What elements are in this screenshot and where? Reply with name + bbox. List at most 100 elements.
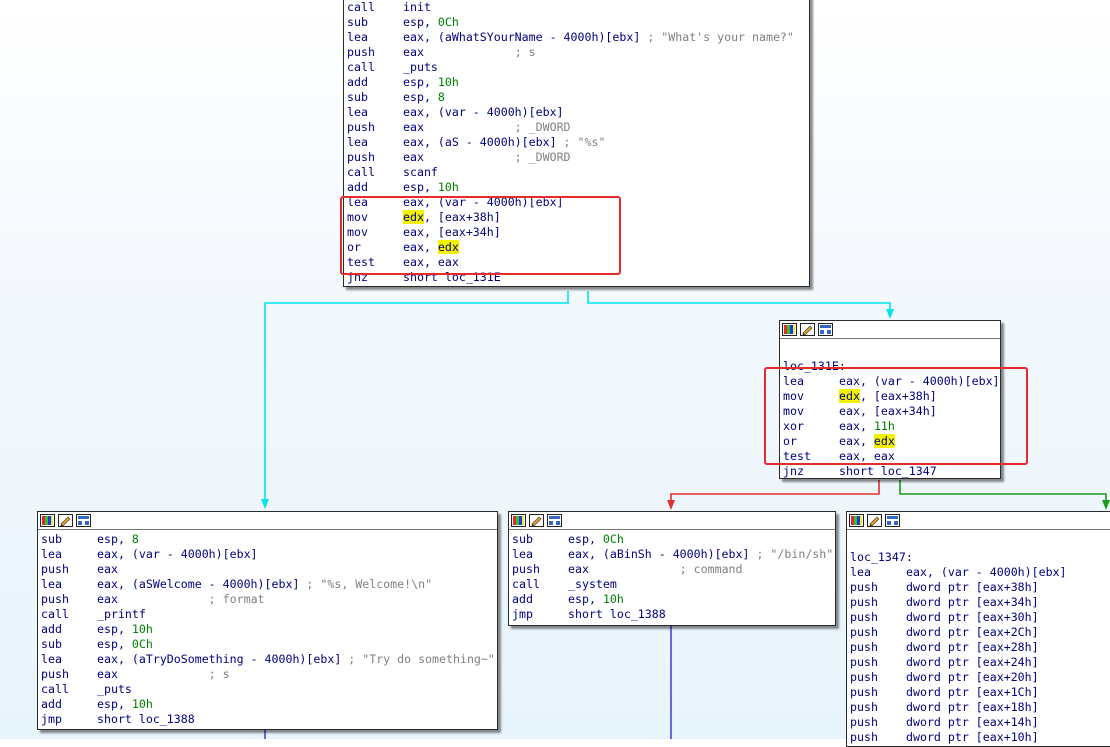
instruction-comment: ; format: [208, 592, 265, 606]
instruction-comment: ; _DWORD: [514, 150, 571, 164]
instruction-operands: esp, 8: [97, 532, 139, 546]
edge-main-to-loc131e: [587, 291, 891, 315]
instruction-operands: dword ptr [eax+38h]: [906, 580, 1039, 594]
instruction-operands: eax, (aS - 4000h)[ebx] ; "%s": [403, 135, 606, 149]
graph-node-welcome[interactable]: sub esp, 8 lea eax, (var - 4000h)[ebx] push e…: [37, 511, 498, 730]
instruction-operands: eax, (aBinSh - 4000h)[ebx] ; "/bin/sh": [568, 547, 834, 561]
instruction-comment: ; "/bin/sh": [756, 547, 834, 561]
instruction-mnemonic: call: [347, 60, 375, 74]
instruction-operands: eax ; _DWORD: [403, 120, 571, 134]
instruction-operands: eax ; _DWORD: [403, 150, 571, 164]
graph-view-icon[interactable]: [547, 514, 562, 527]
instruction-comment: ; "Try do something~": [348, 652, 495, 666]
instruction-operands: dword ptr [eax+10h]: [906, 730, 1039, 744]
instruction-operands: eax ; command: [568, 562, 743, 576]
instruction-mnemonic: call: [347, 165, 375, 179]
instruction-comment: ; "%s, Welcome!\n": [306, 577, 433, 591]
instruction-mnemonic: add: [41, 622, 62, 636]
graph-view-icon[interactable]: [885, 514, 900, 527]
color-palette-icon[interactable]: [511, 514, 526, 527]
edge-loc131e-to-system-arrow: [667, 500, 675, 510]
instruction-operands: dword ptr [eax+30h]: [906, 610, 1039, 624]
instruction-comment: ; _DWORD: [514, 120, 571, 134]
instruction-mnemonic: sub: [41, 532, 62, 546]
graph-view-icon[interactable]: [76, 514, 91, 527]
color-palette-icon[interactable]: [849, 514, 864, 527]
instruction-mnemonic: push: [41, 667, 69, 681]
instruction-mnemonic: push: [850, 685, 878, 699]
instruction-mnemonic: lea: [347, 135, 368, 149]
node-header: [847, 512, 1110, 530]
instruction-mnemonic: push: [850, 730, 878, 744]
instruction-comment: ; "%s": [563, 135, 606, 149]
graph-view-icon[interactable]: [818, 323, 833, 336]
instruction-operands: _puts: [403, 60, 438, 74]
instruction-operands: dword ptr [eax+28h]: [906, 640, 1039, 654]
instruction-comment: ; s: [208, 667, 230, 681]
instruction-operands: eax: [97, 562, 118, 576]
edit-pencil-icon[interactable]: [800, 323, 815, 336]
edit-pencil-icon[interactable]: [529, 514, 544, 527]
instruction-mnemonic: jmp: [512, 607, 533, 621]
node-header: [38, 512, 497, 530]
edge-loc131e-to-loc1347-arrow: [1102, 500, 1110, 510]
instruction-operands: dword ptr [eax+20h]: [906, 670, 1039, 684]
instruction-comment: ; s: [514, 45, 536, 59]
instruction-mnemonic: call: [512, 577, 540, 591]
node-header: [509, 512, 835, 530]
edge-main-to-welcome-arrow: [261, 499, 269, 509]
instruction-operands: esp, 0Ch: [403, 15, 459, 29]
instruction-mnemonic: lea: [512, 547, 533, 561]
instruction-operands: _system: [568, 577, 617, 591]
edge-main-to-loc131e-arrow: [886, 309, 894, 319]
instruction-operands: init: [403, 0, 431, 14]
node-header: [780, 321, 1000, 339]
instruction-operands: eax, (aSWelcome - 4000h)[ebx] ; "%s, Wel…: [97, 577, 433, 591]
edit-pencil-icon[interactable]: [58, 514, 73, 527]
instruction-mnemonic: push: [850, 655, 878, 669]
instruction-mnemonic: jnz: [783, 464, 804, 478]
instruction-operands: dword ptr [eax+18h]: [906, 700, 1039, 714]
instruction-mnemonic: push: [850, 625, 878, 639]
instruction-mnemonic: sub: [41, 637, 62, 651]
instruction-operands: esp, 8: [403, 90, 445, 104]
instruction-mnemonic: push: [41, 562, 69, 576]
instruction-mnemonic: push: [347, 150, 375, 164]
instruction-mnemonic: sub: [347, 90, 368, 104]
edge-loc131e-to-loc1347: [899, 480, 1107, 506]
instruction-mnemonic: lea: [41, 652, 62, 666]
instruction-mnemonic: push: [850, 595, 878, 609]
instruction-operands: eax, (aTryDoSomething - 4000h)[ebx] ; "T…: [97, 652, 495, 666]
edge-loc131e-to-system: [670, 480, 880, 506]
instruction-mnemonic: push: [850, 610, 878, 624]
instruction-mnemonic: push: [41, 592, 69, 606]
highlight-box-main: [340, 196, 621, 275]
graph-node-loc-1347[interactable]: loc_1347: lea eax, (var - 4000h)[ebx] push d…: [846, 511, 1110, 747]
instruction-mnemonic: add: [347, 180, 368, 194]
graph-node-system[interactable]: sub esp, 0Ch lea eax, (aBinSh - 4000h)[ebx]…: [508, 511, 836, 626]
instruction-mnemonic: call: [41, 607, 69, 621]
instruction-operands: short loc_1388: [568, 607, 666, 621]
instruction-mnemonic: lea: [347, 30, 368, 44]
instruction-operands: dword ptr [eax+24h]: [906, 655, 1039, 669]
instruction-mnemonic: call: [41, 682, 69, 696]
edge-main-to-welcome: [264, 291, 569, 506]
instruction-mnemonic: push: [850, 700, 878, 714]
instruction-operands: short loc_1347: [839, 464, 937, 478]
instruction-operands: dword ptr [eax+1Ch]: [906, 685, 1039, 699]
instruction-operands: dword ptr [eax+14h]: [906, 715, 1039, 729]
instruction-mnemonic: add: [347, 75, 368, 89]
color-palette-icon[interactable]: [40, 514, 55, 527]
instruction-operands: eax, (var - 4000h)[ebx]: [403, 105, 564, 119]
instruction-operands: _printf: [97, 607, 146, 621]
instruction-operands: esp, 0Ch: [568, 532, 624, 546]
instruction-operands: short loc_1388: [97, 712, 195, 726]
instruction-mnemonic: lea: [347, 105, 368, 119]
color-palette-icon[interactable]: [782, 323, 797, 336]
instruction-mnemonic: push: [850, 640, 878, 654]
edit-pencil-icon[interactable]: [867, 514, 882, 527]
instruction-operands: eax, (var - 4000h)[ebx]: [97, 547, 258, 561]
instruction-operands: esp, 10h: [568, 592, 624, 606]
instruction-comment: ; command: [679, 562, 743, 576]
instruction-operands: eax, (aWhatSYourName - 4000h)[ebx] ; "Wh…: [403, 30, 794, 44]
